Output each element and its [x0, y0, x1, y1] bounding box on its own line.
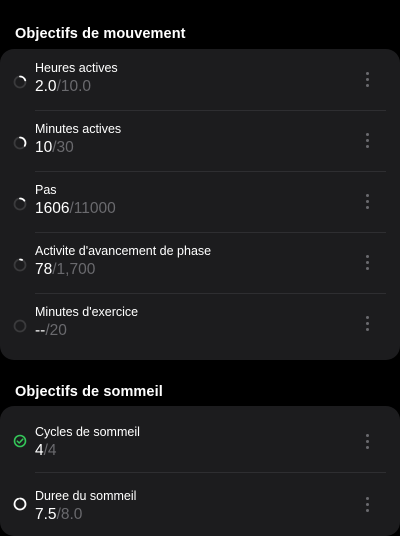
goal-label: Cycles de sommeil [35, 425, 140, 439]
goal-value: 1606/11000 [35, 200, 116, 218]
more-options-icon[interactable] [359, 69, 375, 89]
goal-target: /30 [52, 139, 74, 156]
progress-ring-icon [13, 497, 27, 511]
progress-ring-icon [13, 197, 27, 211]
goal-current: 1606 [35, 200, 70, 217]
goal-row-steps[interactable]: Pas 1606/11000 [0, 171, 400, 232]
goal-row-sleep-duration[interactable]: Duree du sommeil 7.5/8.0 [0, 472, 400, 536]
goal-row-exercise-minutes[interactable]: Minutes d'exercice --/20 [0, 293, 400, 354]
progress-ring-icon [13, 75, 27, 89]
goal-label: Activite d'avancement de phase [35, 244, 212, 258]
goal-value: 4/4 [35, 442, 57, 460]
goal-target: /1,700 [52, 261, 96, 278]
more-options-icon[interactable] [359, 494, 375, 514]
movement-goals-card: Heures actives 2.0/10.0 Minutes actives … [0, 49, 400, 360]
goal-target: /4 [43, 442, 57, 459]
goal-target: /10.0 [56, 78, 92, 95]
more-options-icon[interactable] [359, 313, 375, 333]
goal-label: Pas [35, 183, 57, 197]
progress-ring-icon [13, 319, 27, 333]
goal-label: Minutes actives [35, 122, 122, 136]
sleep-goals-card: Cycles de sommeil 4/4 Duree du sommeil 7… [0, 406, 400, 536]
more-options-icon[interactable] [359, 191, 375, 211]
more-options-icon[interactable] [359, 130, 375, 150]
progress-ring-icon [13, 136, 27, 150]
goal-row-phase-activity[interactable]: Activite d'avancement de phase 78/1,700 [0, 232, 400, 293]
goal-current: 4 [35, 442, 44, 459]
goal-label: Duree du sommeil [35, 489, 137, 503]
goal-value: --/20 [35, 322, 67, 340]
goal-value: 78/1,700 [35, 261, 95, 279]
goal-current: 10 [35, 139, 53, 156]
goal-current: 7.5 [35, 506, 57, 523]
goal-row-sleep-cycles[interactable]: Cycles de sommeil 4/4 [0, 406, 400, 472]
goal-current: 78 [35, 261, 53, 278]
goal-label: Heures actives [35, 61, 118, 75]
goal-target: /20 [45, 322, 67, 339]
more-options-icon[interactable] [359, 431, 375, 451]
goal-value: 7.5/8.0 [35, 506, 82, 524]
goal-target: /8.0 [56, 506, 83, 523]
check-circle-icon [13, 434, 27, 448]
sleep-section-title: Objectifs de sommeil [15, 384, 163, 400]
more-options-icon[interactable] [359, 252, 375, 272]
goal-label: Minutes d'exercice [35, 305, 139, 319]
goal-row-active-minutes[interactable]: Minutes actives 10/30 [0, 110, 400, 171]
movement-section-title: Objectifs de mouvement [15, 26, 186, 42]
goal-current: -- [35, 322, 46, 339]
progress-ring-icon [13, 258, 27, 272]
goal-target: /11000 [69, 200, 116, 217]
goal-row-active-hours[interactable]: Heures actives 2.0/10.0 [0, 49, 400, 110]
goal-current: 2.0 [35, 78, 57, 95]
goal-value: 2.0/10.0 [35, 78, 91, 96]
goal-value: 10/30 [35, 139, 74, 157]
